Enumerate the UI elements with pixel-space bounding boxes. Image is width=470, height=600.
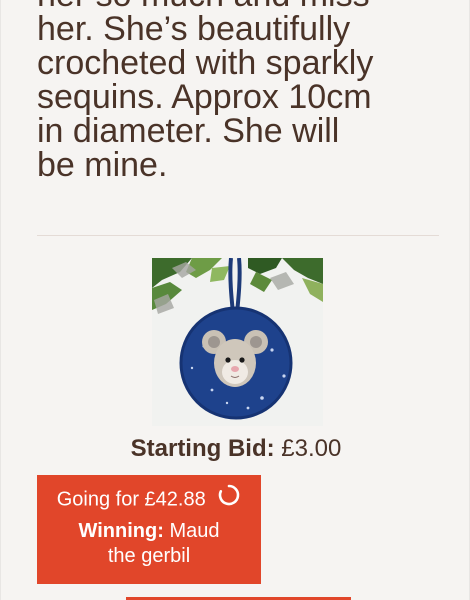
winning-label: Winning: (78, 520, 164, 542)
going-for-row: Going for £42.88 (37, 484, 261, 513)
starting-bid-value: £3.00 (281, 435, 342, 462)
description-line: in diameter. She will (37, 112, 340, 150)
product-image[interactable] (152, 258, 323, 426)
crochet-mouse-ornament-icon (152, 258, 323, 426)
going-for-text: Going for £42.88 (56, 488, 206, 511)
winning-info: Winning: Maud the gerbil (37, 519, 261, 569)
winner-name-line1: Maud (169, 520, 220, 542)
item-description: her so much and miss her. She’s beautifu… (37, 0, 447, 182)
starting-bid-label: Starting Bid: (130, 435, 275, 462)
description-line: be mine. (37, 146, 168, 184)
loading-spinner-icon (217, 483, 241, 513)
winner-name-line2: the gerbil (107, 545, 191, 567)
section-divider (37, 235, 439, 236)
description-line: crocheted with sparkly (37, 44, 374, 82)
auction-page: her so much and miss her. She’s beautifu… (0, 0, 470, 600)
current-bid-button[interactable]: Going for £42.88 Winning: Maud the gerbi… (37, 475, 261, 584)
description-line: sequins. Approx 10cm (37, 78, 372, 116)
starting-bid: Starting Bid: £3.00 (1, 434, 470, 464)
description-line: her. She’s beautifully (37, 10, 351, 48)
